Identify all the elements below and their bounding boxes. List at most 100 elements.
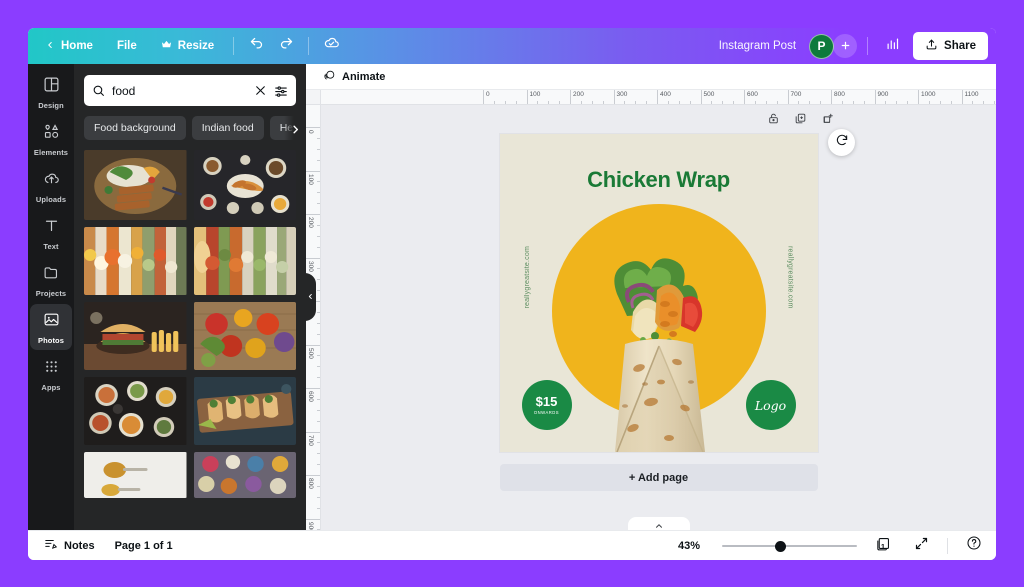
shapes-icon <box>43 123 60 145</box>
photos-panel: Food background Indian food Healthy <box>74 64 316 530</box>
undo-button[interactable] <box>242 33 270 59</box>
ruler-minor-tick <box>635 101 637 104</box>
ruler-minor-tick <box>885 101 887 104</box>
filter-chips: Food background Indian food Healthy <box>74 106 306 150</box>
logo-badge[interactable]: Logo <box>745 380 796 430</box>
page-count-button[interactable]: 1 <box>871 534 895 558</box>
chevron-up-icon <box>654 518 664 530</box>
home-label: Home <box>61 40 93 52</box>
add-collaborator-button[interactable] <box>833 34 858 58</box>
insights-button[interactable] <box>878 33 906 59</box>
sliders-icon[interactable] <box>274 84 288 98</box>
share-button[interactable]: Share <box>913 32 988 60</box>
sidebar-item-apps[interactable]: Apps <box>30 351 72 397</box>
panel-collapse-handle[interactable] <box>305 273 316 321</box>
sidebar-item-elements[interactable]: Elements <box>30 116 72 162</box>
resize-button[interactable]: Resize <box>150 34 225 58</box>
home-button[interactable]: Home <box>34 35 104 58</box>
design-page[interactable]: Chicken Wrap reallygreatsite.com reallyg… <box>499 134 818 452</box>
chevron-right-icon[interactable] <box>284 116 306 142</box>
sidebar-item-uploads[interactable]: Uploads <box>30 163 72 209</box>
file-menu-button[interactable]: File <box>106 35 148 57</box>
photo-thumbnail[interactable] <box>84 302 187 370</box>
add-page-above-button[interactable] <box>821 112 834 125</box>
ruler-tick: 0 <box>306 127 320 134</box>
cloud-check-icon <box>323 35 340 57</box>
chip-food-background[interactable]: Food background <box>84 116 186 140</box>
zoom-slider-track <box>722 544 857 547</box>
search-input[interactable] <box>112 83 247 98</box>
sidebar-item-projects[interactable]: Projects <box>30 257 72 303</box>
ruler-minor-tick <box>820 101 822 104</box>
ruler-minor-tick <box>798 101 800 104</box>
animate-icon <box>323 69 336 85</box>
photo-thumbnail[interactable] <box>193 227 296 295</box>
editor-body: Design Elements Uploads Text Projects Ph… <box>28 64 996 530</box>
design-title[interactable]: Chicken Wrap <box>500 167 818 193</box>
fullscreen-button[interactable] <box>909 534 933 558</box>
toolbar-divider-3 <box>867 37 869 55</box>
regenerate-button[interactable] <box>828 129 855 156</box>
ruler-minor-tick <box>765 101 767 104</box>
ruler-minor-tick <box>972 101 974 104</box>
photo-thumbnail[interactable] <box>193 302 296 370</box>
ruler-tick: 0 <box>483 90 490 104</box>
zoom-slider[interactable] <box>722 539 857 553</box>
expand-panel-tab[interactable] <box>627 517 690 530</box>
ruler-minor-tick <box>317 496 320 498</box>
ruler-minor-tick <box>317 366 320 368</box>
ruler-minor-tick <box>809 101 811 104</box>
animate-button[interactable]: Animate <box>316 66 392 88</box>
undo-icon <box>249 36 264 56</box>
photo-thumbnail[interactable] <box>84 227 187 295</box>
toolbar-divider <box>233 37 235 55</box>
cloud-sync-button[interactable] <box>317 33 345 59</box>
notes-label: Notes <box>64 539 95 552</box>
lock-page-button[interactable] <box>767 112 780 125</box>
price-subtitle: ONWARDS <box>533 410 560 416</box>
zoom-slider-thumb[interactable] <box>775 540 787 552</box>
search-box[interactable] <box>84 75 296 106</box>
resize-label: Resize <box>177 40 215 52</box>
photo-thumbnail[interactable] <box>84 377 187 445</box>
grid-dots-icon <box>43 358 60 380</box>
sidebar-item-design[interactable]: Design <box>30 69 72 115</box>
avatar[interactable]: P <box>809 33 835 59</box>
ruler-tick: 900 <box>306 518 320 530</box>
cloud-upload-icon <box>43 170 60 192</box>
sidebar-item-photos[interactable]: Photos <box>30 304 72 350</box>
ruler-minor-tick <box>907 101 909 104</box>
chicken-wrap-image[interactable] <box>599 216 719 452</box>
ruler-minor-tick <box>317 322 320 324</box>
website-text-left[interactable]: reallygreatsite.com <box>524 246 531 309</box>
animate-label: Animate <box>342 70 386 83</box>
notes-button[interactable]: Notes <box>38 533 101 558</box>
help-button[interactable] <box>962 534 986 558</box>
photo-thumbnail[interactable] <box>193 377 296 445</box>
photo-thumbnail[interactable] <box>193 150 296 220</box>
ruler-minor-tick <box>983 101 985 104</box>
duplicate-page-button[interactable] <box>794 112 807 125</box>
price-badge[interactable]: $15 ONWARDS <box>521 380 572 430</box>
sidebar-item-text[interactable]: Text <box>30 210 72 256</box>
photo-thumbnail[interactable] <box>84 452 187 498</box>
ruler-minor-tick <box>317 442 320 444</box>
ruler-minor-tick <box>317 137 320 139</box>
photo-column-right <box>193 150 296 520</box>
horizontal-ruler[interactable]: 0 100 200 300 400 500 600 700 800 900 1000 1100 <box>321 90 996 105</box>
redo-button[interactable] <box>272 33 300 59</box>
bar-chart-icon <box>885 36 900 56</box>
add-page-button[interactable]: + Add page <box>499 464 818 491</box>
canvas-area[interactable]: Chicken Wrap reallygreatsite.com reallyg… <box>321 105 996 530</box>
document-title[interactable]: Instagram Post <box>710 35 805 57</box>
ruler-tick: 1100 <box>961 90 978 104</box>
photo-thumbnail[interactable] <box>193 452 296 498</box>
zoom-value: 43% <box>678 539 701 552</box>
chip-indian-food[interactable]: Indian food <box>191 116 264 140</box>
website-text-right[interactable]: reallygreatsite.com <box>787 246 794 309</box>
folder-icon <box>43 264 60 286</box>
close-icon[interactable] <box>254 84 267 97</box>
ruler-minor-tick <box>317 333 320 335</box>
photo-thumbnail[interactable] <box>84 150 187 220</box>
ruler-minor-tick <box>939 101 941 104</box>
